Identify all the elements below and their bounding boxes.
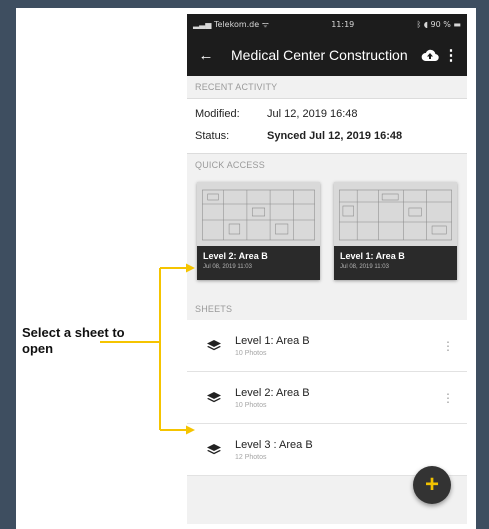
arrowhead-icon (186, 263, 195, 273)
arrowhead-icon (186, 425, 195, 435)
annotation-arrows (100, 263, 195, 435)
